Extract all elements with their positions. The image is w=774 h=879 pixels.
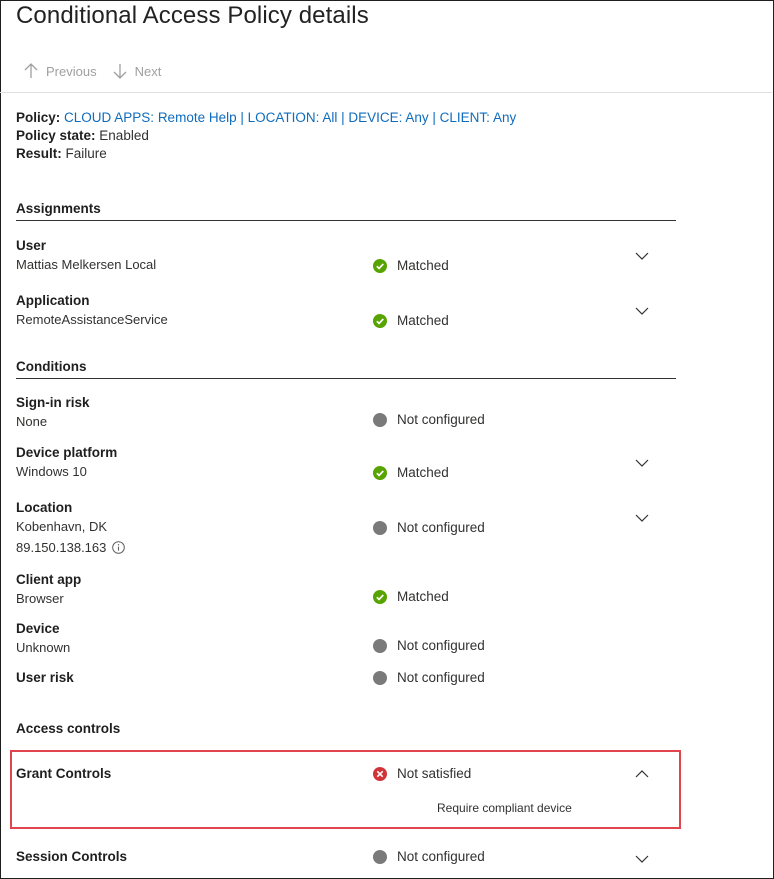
result-label: Result: bbox=[16, 146, 62, 161]
row-name: Device platform bbox=[16, 445, 118, 460]
next-button[interactable]: Next bbox=[113, 63, 162, 79]
row-name: Device bbox=[16, 621, 60, 636]
status-dot-icon bbox=[373, 412, 387, 427]
device-platform-status: Matched bbox=[373, 465, 449, 480]
info-icon[interactable] bbox=[112, 541, 126, 554]
status-dot-icon bbox=[373, 520, 387, 535]
status-text: Not configured bbox=[397, 849, 485, 864]
nav-toolbar: Previous Next bbox=[24, 63, 161, 79]
status-text: Not configured bbox=[397, 520, 485, 535]
policy-label: Policy: bbox=[16, 110, 61, 125]
row-value: RemoteAssistanceService bbox=[16, 312, 168, 327]
check-circle-icon bbox=[373, 465, 387, 480]
row-client-app: Client app Browser bbox=[16, 571, 676, 608]
access-controls-heading: Access controls bbox=[16, 721, 121, 736]
assignments-heading: Assignments bbox=[16, 201, 676, 221]
chevron-down-icon[interactable] bbox=[635, 511, 649, 525]
check-circle-icon bbox=[373, 313, 387, 328]
conditions-heading: Conditions bbox=[16, 359, 676, 379]
policy-state-value: Enabled bbox=[99, 128, 149, 143]
chevron-down-icon[interactable] bbox=[635, 852, 649, 866]
row-signin-risk: Sign-in risk None bbox=[16, 394, 676, 431]
row-device: Device Unknown bbox=[16, 620, 676, 657]
row-user-risk: User risk bbox=[16, 669, 676, 687]
policy-state-label: Policy state: bbox=[16, 128, 96, 143]
client-app-status: Matched bbox=[373, 589, 449, 604]
check-circle-icon bbox=[373, 589, 387, 604]
highlight-box bbox=[10, 750, 681, 829]
row-value: Mattias Melkersen Local bbox=[16, 257, 157, 272]
check-circle-icon bbox=[373, 258, 387, 273]
user-status: Matched bbox=[373, 258, 449, 273]
status-dot-icon bbox=[373, 638, 387, 653]
arrow-down-icon bbox=[113, 64, 127, 79]
row-name: Sign-in risk bbox=[16, 395, 90, 410]
status-text: Matched bbox=[397, 258, 449, 273]
row-device-platform: Device platform Windows 10 bbox=[16, 444, 676, 481]
signin-risk-status: Not configured bbox=[373, 412, 485, 427]
row-grant-controls: Grant Controls bbox=[16, 765, 676, 783]
chevron-down-icon[interactable] bbox=[635, 304, 649, 318]
page-title: Conditional Access Policy details bbox=[16, 2, 369, 29]
status-text: Not configured bbox=[397, 670, 485, 685]
row-name: Session Controls bbox=[16, 849, 128, 864]
row-value: Windows 10 bbox=[16, 464, 87, 479]
error-circle-icon bbox=[373, 766, 387, 781]
chevron-up-icon[interactable] bbox=[635, 767, 649, 781]
location-ip: 89.150.138.163 bbox=[16, 538, 676, 557]
row-application: Application RemoteAssistanceService bbox=[16, 292, 676, 329]
grant-controls-status: Not satisfied bbox=[373, 766, 471, 781]
status-text: Matched bbox=[397, 465, 449, 480]
session-controls-status: Not configured bbox=[373, 849, 485, 864]
row-name: Client app bbox=[16, 572, 82, 587]
application-status: Matched bbox=[373, 313, 449, 328]
row-location: Location Kobenhavn, DK 89.150.138.163 bbox=[16, 499, 676, 557]
row-name: User bbox=[16, 238, 47, 253]
status-text: Not satisfied bbox=[397, 766, 472, 781]
result-value: Failure bbox=[65, 146, 107, 161]
user-risk-status: Not configured bbox=[373, 670, 485, 685]
status-text: Not configured bbox=[397, 638, 485, 653]
row-name: Location bbox=[16, 500, 73, 515]
row-name: User risk bbox=[16, 670, 74, 685]
row-name: Grant Controls bbox=[16, 766, 112, 781]
row-value: Unknown bbox=[16, 640, 71, 655]
previous-button[interactable]: Previous bbox=[24, 63, 97, 79]
row-value: Browser bbox=[16, 591, 64, 606]
status-text: Matched bbox=[397, 589, 449, 604]
row-value: Kobenhavn, DK bbox=[16, 519, 108, 534]
chevron-down-icon[interactable] bbox=[635, 456, 649, 470]
arrow-up-icon bbox=[24, 63, 38, 78]
status-text: Not configured bbox=[397, 412, 485, 427]
grant-controls-detail: Require compliant device bbox=[437, 801, 572, 815]
toolbar-divider bbox=[0, 92, 772, 93]
ip-text: 89.150.138.163 bbox=[16, 540, 107, 555]
status-dot-icon bbox=[373, 849, 387, 864]
row-name: Application bbox=[16, 293, 90, 308]
row-user: User Mattias Melkersen Local bbox=[16, 237, 676, 274]
previous-label: Previous bbox=[46, 63, 97, 79]
chevron-down-icon[interactable] bbox=[635, 249, 649, 263]
row-value: None bbox=[16, 414, 48, 429]
row-session-controls: Session Controls bbox=[16, 848, 676, 866]
status-dot-icon bbox=[373, 670, 387, 685]
policy-link[interactable]: CLOUD APPS: Remote Help | LOCATION: All … bbox=[64, 110, 516, 125]
status-text: Matched bbox=[397, 313, 449, 328]
device-status: Not configured bbox=[373, 638, 485, 653]
policy-summary: Policy: CLOUD APPS: Remote Help | LOCATI… bbox=[16, 109, 516, 163]
next-label: Next bbox=[134, 63, 162, 79]
location-status: Not configured bbox=[373, 520, 485, 535]
